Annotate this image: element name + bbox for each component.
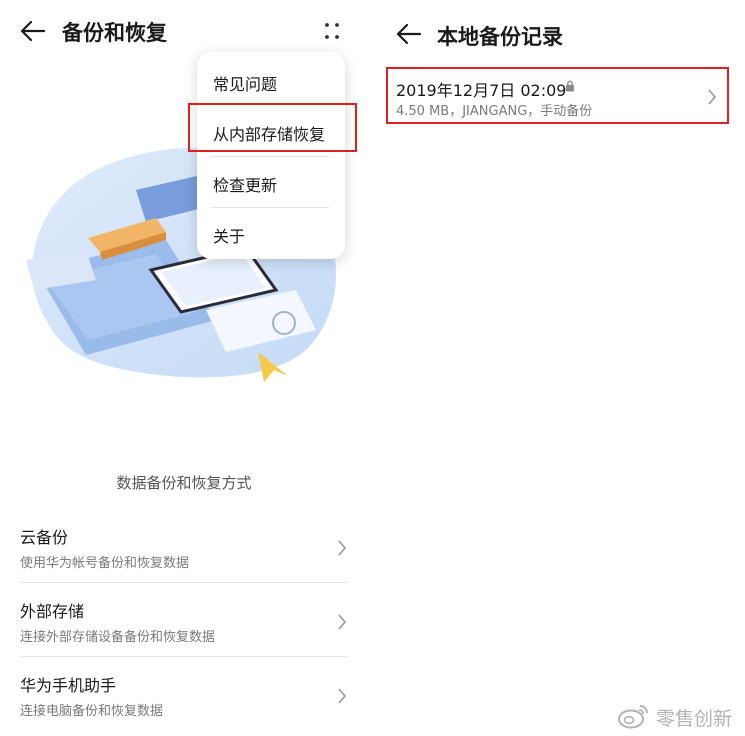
cloud-backup-option[interactable]: 云备份 使用华为帐号备份和恢复数据 [20,514,348,588]
hisuite-option[interactable]: 华为手机助手 连接电脑备份和恢复数据 [20,662,348,736]
option-subtitle: 连接外部存储设备备份和恢复数据 [20,630,216,645]
menu-item-faq[interactable]: 常见问题 [197,56,345,106]
external-storage-option[interactable]: 外部存储 连接外部存储设备备份和恢复数据 [20,588,348,662]
chevron-right-icon [338,614,347,630]
weibo-icon [618,705,648,729]
highlight-box-restore [188,103,357,152]
menu-item-label: 常见问题 [213,75,278,94]
list-divider [20,582,348,583]
option-title: 外部存储 [20,602,85,621]
menu-item-label: 检查更新 [213,176,278,195]
back-arrow-icon[interactable] [396,23,422,45]
backup-restore-screen: 备份和恢复 常见问题 从内部存储恢复 检查更新 关于 数据备份和恢复方式 云备份… [0,0,368,736]
option-subtitle: 连接电脑备份和恢复数据 [20,704,164,719]
page-title: 本地备份记录 [437,25,563,49]
section-caption: 数据备份和恢复方式 [116,474,252,492]
option-subtitle: 使用华为帐号备份和恢复数据 [20,556,190,571]
chevron-right-icon [338,540,347,556]
chevron-right-icon [338,688,347,704]
list-divider [20,656,348,657]
overflow-menu: 常见问题 从内部存储恢复 检查更新 关于 [197,52,345,259]
local-backup-records-screen: 本地备份记录 2019年12月7日 02:09 4.50 MB，JIANGANG… [370,0,745,736]
option-title: 华为手机助手 [20,676,117,695]
watermark-text: 零售创新 [656,708,733,730]
menu-item-check-updates[interactable]: 检查更新 [197,157,345,207]
menu-item-about[interactable]: 关于 [197,208,345,258]
option-title: 云备份 [20,528,69,547]
page-title: 备份和恢复 [62,21,167,45]
menu-item-label: 关于 [213,227,246,246]
back-arrow-icon[interactable] [20,20,46,42]
highlight-box-record [386,67,729,124]
more-vertical-icon[interactable] [318,18,346,46]
